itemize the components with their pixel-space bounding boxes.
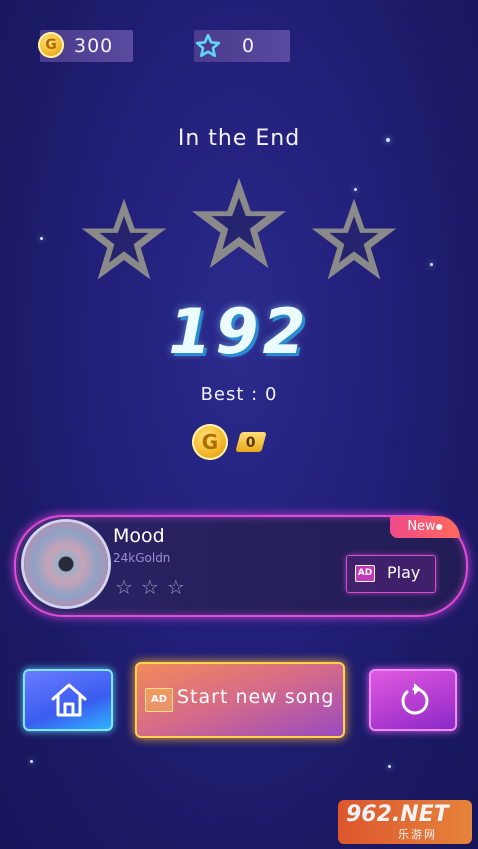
sparkle <box>40 237 43 240</box>
rating-star-3 <box>311 198 397 280</box>
play-button[interactable]: AD Play <box>346 555 436 593</box>
star-counter: 0 <box>194 30 290 62</box>
next-song-artist: 24kGoldn <box>113 551 171 565</box>
replay-button[interactable] <box>369 669 457 731</box>
play-label: Play <box>387 563 421 582</box>
next-song-stars: ☆☆☆ <box>115 575 193 599</box>
start-new-song-label: Start new song <box>177 686 335 708</box>
home-button[interactable] <box>23 669 113 731</box>
reward-coin-icon: G <box>192 424 228 460</box>
new-badge: New● <box>390 516 460 538</box>
sparkle <box>430 263 433 266</box>
replay-icon <box>401 683 429 715</box>
coin-icon: G <box>38 32 64 58</box>
watermark-logo: 962.NET 乐游网 <box>338 800 472 844</box>
sparkle <box>30 760 33 763</box>
song-title: In the End <box>177 126 301 151</box>
next-song-card[interactable]: New● Mood 24kGoldn ☆☆☆ AD Play <box>14 515 468 617</box>
start-new-song-button[interactable]: AD Start new song <box>135 662 345 738</box>
ad-video-icon: AD <box>145 688 173 712</box>
star-count: 0 <box>242 35 256 57</box>
ad-video-icon: AD <box>355 565 375 582</box>
sparkle <box>388 765 391 768</box>
sparkle <box>354 188 357 191</box>
coin-count: 300 <box>74 35 114 57</box>
coin-counter: G 300 <box>38 30 133 62</box>
next-song-name: Mood <box>113 525 165 547</box>
rating-star-1 <box>81 198 167 280</box>
rating-star-2 <box>191 177 287 269</box>
home-icon <box>51 683 87 717</box>
best-score: Best : 0 <box>200 384 278 405</box>
album-disc <box>24 522 108 606</box>
star-icon <box>195 33 221 58</box>
score-value: 192 <box>168 295 310 368</box>
reward-coin-count: 0 <box>235 432 267 452</box>
